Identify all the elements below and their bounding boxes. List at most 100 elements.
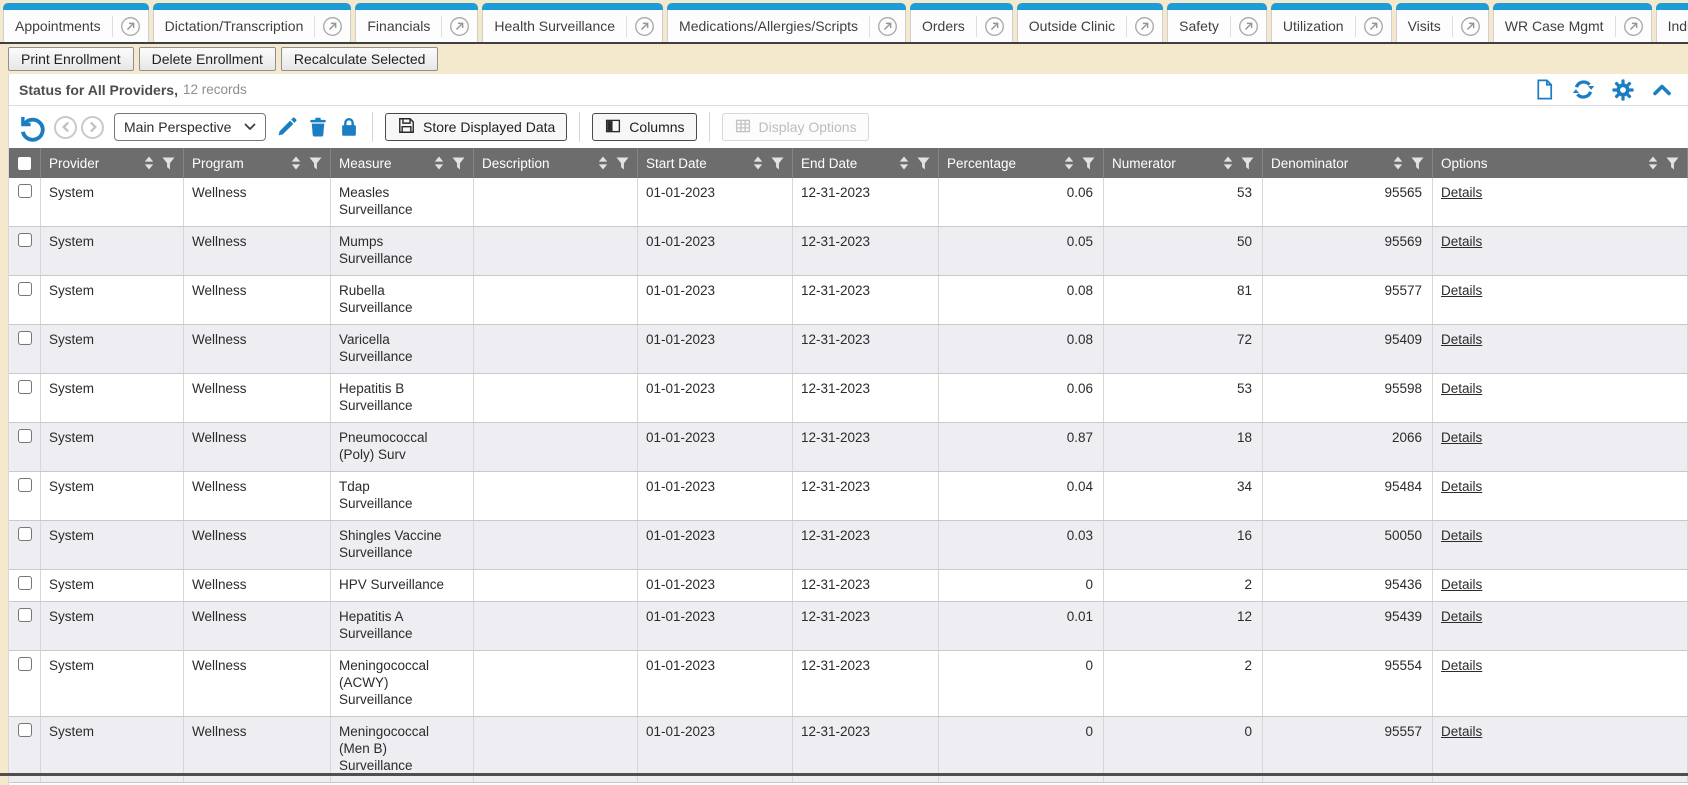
tab-accent-bar xyxy=(1396,3,1489,10)
row-checkbox[interactable] xyxy=(18,478,32,492)
open-in-new-window-icon[interactable] xyxy=(626,16,662,37)
details-link[interactable]: Details xyxy=(1441,234,1482,249)
column-header[interactable]: End Date xyxy=(793,148,939,178)
program-cell: Wellness xyxy=(184,276,331,324)
delete-enrollment-button[interactable]: Delete Enrollment xyxy=(139,47,276,71)
sort-arrows-icon[interactable] xyxy=(899,156,909,170)
details-link[interactable]: Details xyxy=(1441,479,1482,494)
open-in-new-window-icon[interactable] xyxy=(441,16,477,37)
filter-funnel-icon[interactable] xyxy=(452,157,465,170)
row-checkbox[interactable] xyxy=(18,527,32,541)
sort-arrows-icon[interactable] xyxy=(434,156,444,170)
column-header-label: Start Date xyxy=(646,156,707,171)
row-checkbox[interactable] xyxy=(18,380,32,394)
recalculate-selected-button[interactable]: Recalculate Selected xyxy=(281,47,439,71)
column-header[interactable]: Program xyxy=(184,148,331,178)
row-checkbox[interactable] xyxy=(18,184,32,198)
module-tab[interactable]: Appointments xyxy=(3,3,149,42)
sort-arrows-icon[interactable] xyxy=(144,156,154,170)
lock-icon[interactable] xyxy=(338,116,360,138)
details-link[interactable]: Details xyxy=(1441,283,1482,298)
nav-forward-icon[interactable] xyxy=(81,116,104,139)
tab-label: Dictation/Transcription xyxy=(154,18,315,34)
filter-funnel-icon[interactable] xyxy=(616,157,629,170)
filter-funnel-icon[interactable] xyxy=(1082,157,1095,170)
module-tab[interactable]: Outside Clinic xyxy=(1017,3,1163,42)
filter-funnel-icon[interactable] xyxy=(1241,157,1254,170)
delete-trash-icon[interactable] xyxy=(307,116,329,138)
settings-gear-icon[interactable] xyxy=(1611,78,1635,102)
open-in-new-window-icon[interactable] xyxy=(1126,16,1162,37)
column-header[interactable]: Description xyxy=(474,148,638,178)
details-link[interactable]: Details xyxy=(1441,381,1482,396)
module-tab[interactable]: Orders xyxy=(910,3,1013,42)
perspective-select[interactable]: Main Perspective xyxy=(114,113,266,141)
column-header[interactable]: Percentage xyxy=(939,148,1104,178)
filter-funnel-icon[interactable] xyxy=(162,157,175,170)
open-in-new-window-icon[interactable] xyxy=(976,16,1012,37)
module-tab[interactable]: Medications/Allergies/Scripts xyxy=(667,3,906,42)
column-header-label: Provider xyxy=(49,156,99,171)
refresh-icon[interactable] xyxy=(1571,77,1596,102)
filter-funnel-icon[interactable] xyxy=(1666,157,1679,170)
open-in-new-window-icon[interactable] xyxy=(1615,16,1651,37)
details-link[interactable]: Details xyxy=(1441,577,1482,592)
module-tab[interactable]: Safety xyxy=(1167,3,1267,42)
column-header[interactable]: Numerator xyxy=(1104,148,1263,178)
details-link[interactable]: Details xyxy=(1441,724,1482,739)
undo-icon[interactable] xyxy=(19,113,48,142)
sort-arrows-icon[interactable] xyxy=(1223,156,1233,170)
filter-funnel-icon[interactable] xyxy=(771,157,784,170)
sort-arrows-icon[interactable] xyxy=(1064,156,1074,170)
nav-back-icon[interactable] xyxy=(54,116,77,139)
filter-funnel-icon[interactable] xyxy=(1411,157,1424,170)
columns-button[interactable]: Columns xyxy=(592,113,696,141)
row-checkbox[interactable] xyxy=(18,576,32,590)
store-displayed-data-button[interactable]: Store Displayed Data xyxy=(385,113,567,141)
select-all-checkbox[interactable] xyxy=(18,157,31,170)
column-header[interactable]: Measure xyxy=(331,148,474,178)
print-enrollment-button[interactable]: Print Enrollment xyxy=(8,47,134,71)
module-tab[interactable]: WR Case Mgmt xyxy=(1493,3,1652,42)
column-header[interactable]: Start Date xyxy=(638,148,793,178)
open-in-new-window-icon[interactable] xyxy=(112,16,148,37)
column-header[interactable]: Options xyxy=(1433,148,1688,178)
module-tab[interactable]: Industrial H xyxy=(1656,3,1688,42)
module-tab[interactable]: Utilization xyxy=(1271,3,1392,42)
program-cell: Wellness xyxy=(184,423,331,471)
details-link[interactable]: Details xyxy=(1441,332,1482,347)
row-checkbox[interactable] xyxy=(18,657,32,671)
details-link[interactable]: Details xyxy=(1441,185,1482,200)
module-tab[interactable]: Financials xyxy=(355,3,478,42)
module-tab[interactable]: Health Surveillance xyxy=(482,3,663,42)
sort-arrows-icon[interactable] xyxy=(1648,156,1658,170)
column-header[interactable]: Provider xyxy=(41,148,184,178)
open-in-new-window-icon[interactable] xyxy=(1355,16,1391,37)
details-link[interactable]: Details xyxy=(1441,658,1482,673)
open-in-new-window-icon[interactable] xyxy=(1452,16,1488,37)
row-checkbox[interactable] xyxy=(18,608,32,622)
edit-pencil-icon[interactable] xyxy=(276,116,298,138)
sort-arrows-icon[interactable] xyxy=(598,156,608,170)
sort-arrows-icon[interactable] xyxy=(753,156,763,170)
sort-arrows-icon[interactable] xyxy=(1393,156,1403,170)
collapse-chevron-up-icon[interactable] xyxy=(1650,78,1674,102)
details-link[interactable]: Details xyxy=(1441,430,1482,445)
details-link[interactable]: Details xyxy=(1441,528,1482,543)
module-tab[interactable]: Visits xyxy=(1396,3,1489,42)
open-in-new-window-icon[interactable] xyxy=(1230,16,1266,37)
sort-arrows-icon[interactable] xyxy=(291,156,301,170)
row-checkbox[interactable] xyxy=(18,282,32,296)
open-in-new-window-icon[interactable] xyxy=(314,16,350,37)
row-checkbox[interactable] xyxy=(18,233,32,247)
details-link[interactable]: Details xyxy=(1441,609,1482,624)
row-checkbox[interactable] xyxy=(18,723,32,737)
open-in-new-window-icon[interactable] xyxy=(869,16,905,37)
module-tab[interactable]: Dictation/Transcription xyxy=(153,3,352,42)
filter-funnel-icon[interactable] xyxy=(309,157,322,170)
new-document-icon[interactable] xyxy=(1533,78,1556,101)
filter-funnel-icon[interactable] xyxy=(917,157,930,170)
row-checkbox[interactable] xyxy=(18,429,32,443)
column-header[interactable]: Denominator xyxy=(1263,148,1433,178)
row-checkbox[interactable] xyxy=(18,331,32,345)
